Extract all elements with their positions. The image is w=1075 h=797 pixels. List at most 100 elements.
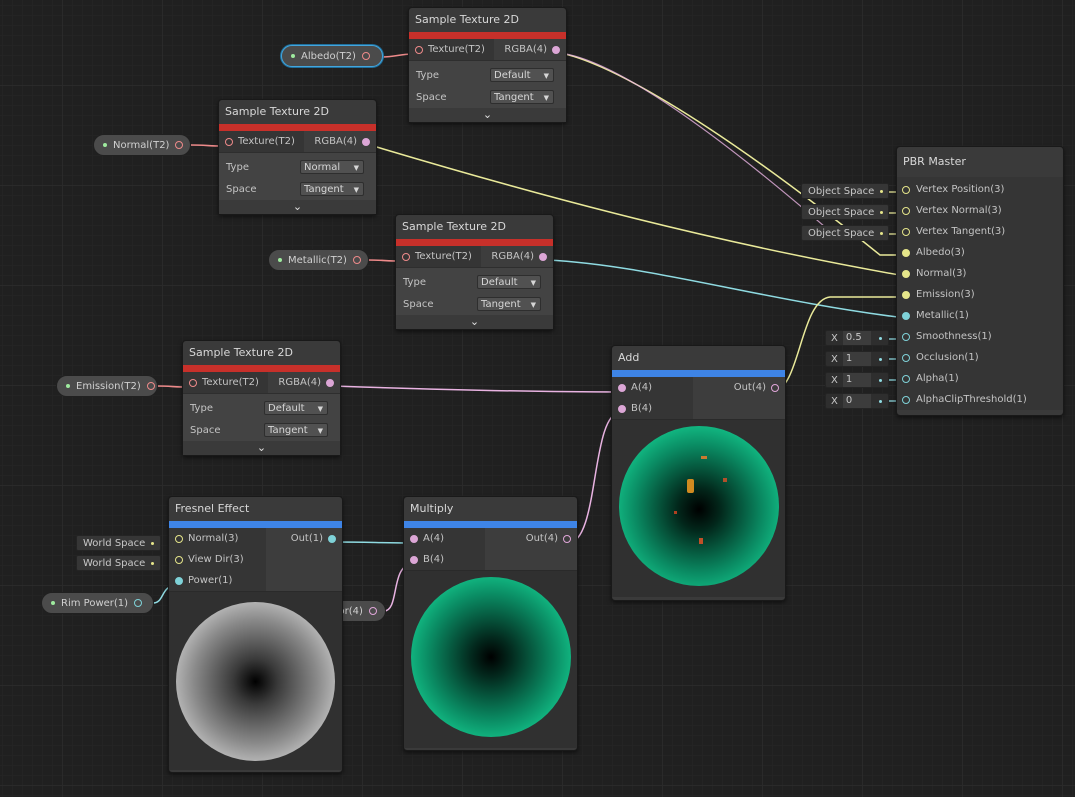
sample-texture-node-normal[interactable]: Sample Texture 2D Texture(T2) RGBA(4) Ty… — [218, 99, 377, 215]
port-label: View Dir(3) — [188, 554, 244, 565]
input-port-emission[interactable]: Emission(3) — [897, 284, 1063, 305]
node-title: Fresnel Effect — [175, 502, 250, 515]
alpha-value-field[interactable]: X1 — [825, 372, 889, 388]
value-input[interactable]: 0.5 — [842, 331, 871, 345]
port-label: B(4) — [423, 554, 445, 565]
expand-chevron-down-icon[interactable]: ⌄ — [219, 200, 376, 214]
type-dropdown[interactable]: Default ▼ — [477, 275, 541, 289]
dropdown-arrow-icon: ▼ — [530, 301, 536, 309]
multiply-node[interactable]: Multiply A(4) B(4) Out(4) — [403, 496, 578, 751]
type-dropdown[interactable]: Normal ▼ — [300, 160, 364, 174]
property-label: Emission(T2) — [76, 380, 141, 392]
input-port-a[interactable]: A(4) — [612, 377, 693, 398]
port-texture-icon — [189, 378, 197, 387]
node-header-bar — [404, 521, 577, 528]
input-port-normal[interactable]: Normal(3) — [897, 263, 1063, 284]
port-vector4-icon — [326, 378, 334, 387]
type-dropdown[interactable]: Default ▼ — [264, 401, 328, 415]
normal-space-field[interactable]: World Space — [76, 535, 161, 551]
type-label: Type — [403, 276, 426, 288]
value-input[interactable]: 0 — [842, 394, 871, 408]
input-port-vertex-normal[interactable]: Vertex Normal(3) — [897, 200, 1063, 221]
port-label: RGBA(4) — [278, 377, 321, 388]
pbr-master-node[interactable]: PBR Master Vertex Position(3) Vertex Nor… — [896, 146, 1064, 416]
smoothness-value-field[interactable]: X 0.5 — [825, 330, 889, 346]
port-vector1-icon — [902, 395, 910, 404]
property-rim-power[interactable]: Rim Power(1) — [41, 592, 154, 614]
port-vector4-icon — [368, 607, 377, 615]
fresnel-preview — [169, 591, 342, 770]
vertex-tangent-space-field[interactable]: Object Space — [801, 225, 889, 241]
input-port-b[interactable]: B(4) — [612, 398, 693, 419]
multiply-preview — [404, 570, 577, 748]
input-port-b[interactable]: B(4) — [404, 549, 485, 570]
sample-texture-node-metallic[interactable]: Sample Texture 2D Texture(T2) RGBA(4) Ty… — [395, 214, 554, 330]
property-emission[interactable]: Emission(T2) — [56, 375, 158, 397]
sample-texture-node-emission[interactable]: Sample Texture 2D Texture(T2) RGBA(4) Ty… — [182, 340, 341, 456]
input-port-alpha[interactable]: Alpha(1) — [897, 368, 1063, 389]
input-port-texture[interactable]: Texture(T2) — [409, 39, 494, 60]
port-texture-icon — [175, 141, 184, 149]
input-port-albedo[interactable]: Albedo(3) — [897, 242, 1063, 263]
port-label: RGBA(4) — [314, 136, 357, 147]
input-port-power[interactable]: Power(1) — [169, 570, 266, 591]
output-port-out[interactable]: Out(4) — [693, 377, 785, 398]
input-port-vertex-position[interactable]: Vertex Position(3) — [897, 179, 1063, 200]
type-label: Type — [226, 161, 249, 173]
add-preview-sphere — [619, 426, 779, 586]
port-label: Metallic(1) — [916, 310, 969, 321]
value-input[interactable]: 1 — [842, 352, 871, 366]
port-vector4-icon — [563, 534, 571, 543]
port-texture-icon — [415, 45, 423, 54]
add-preview — [612, 419, 785, 597]
space-dropdown[interactable]: Tangent ▼ — [490, 90, 554, 104]
add-node[interactable]: Add A(4) B(4) Out(4) — [611, 345, 786, 601]
sample-texture-node-albedo[interactable]: Sample Texture 2D Texture(T2) RGBA(4) Ty… — [408, 7, 567, 123]
property-metallic[interactable]: Metallic(T2) — [268, 249, 369, 271]
output-port-out[interactable]: Out(1) — [266, 528, 342, 549]
input-port-occlusion[interactable]: Occlusion(1) — [897, 347, 1063, 368]
output-port-out[interactable]: Out(4) — [485, 528, 577, 549]
output-port-rgba[interactable]: RGBA(4) — [304, 131, 376, 152]
occlusion-value-field[interactable]: X1 — [825, 351, 889, 367]
port-label: Out(4) — [525, 533, 558, 544]
alpha-clip-value-field[interactable]: X0 — [825, 393, 889, 409]
value-input[interactable]: 1 — [842, 373, 871, 387]
input-port-view-dir[interactable]: View Dir(3) — [169, 549, 266, 570]
space-dropdown[interactable]: Tangent ▼ — [264, 423, 328, 437]
input-port-texture[interactable]: Texture(T2) — [183, 372, 268, 393]
port-label: Texture(T2) — [415, 251, 472, 262]
input-port-texture[interactable]: Texture(T2) — [219, 131, 304, 152]
port-label: Out(1) — [290, 533, 323, 544]
port-vector1-icon — [902, 353, 910, 362]
property-albedo[interactable]: Albedo(T2) — [281, 45, 383, 67]
output-port-rgba[interactable]: RGBA(4) — [494, 39, 566, 60]
output-port-rgba[interactable]: RGBA(4) — [481, 246, 553, 267]
input-port-normal[interactable]: Normal(3) — [169, 528, 266, 549]
node-title: Sample Texture 2D — [402, 220, 506, 233]
port-vector1-icon — [175, 576, 183, 585]
output-port-rgba[interactable]: RGBA(4) — [268, 372, 340, 393]
input-port-a[interactable]: A(4) — [404, 528, 485, 549]
input-port-smoothness[interactable]: Smoothness(1) — [897, 326, 1063, 347]
vertex-normal-space-field[interactable]: Object Space — [801, 204, 889, 220]
space-dropdown[interactable]: Tangent ▼ — [477, 297, 541, 311]
expand-chevron-down-icon[interactable]: ⌄ — [183, 441, 340, 455]
input-port-metallic[interactable]: Metallic(1) — [897, 305, 1063, 326]
port-dot-icon — [878, 336, 882, 340]
input-port-vertex-tangent[interactable]: Vertex Tangent(3) — [897, 221, 1063, 242]
type-dropdown[interactable]: Default ▼ — [490, 68, 554, 82]
fresnel-effect-node[interactable]: Fresnel Effect Normal(3) View Dir(3) Pow… — [168, 496, 343, 773]
property-normal[interactable]: Normal(T2) — [93, 134, 191, 156]
vertex-position-space-field[interactable]: Object Space — [801, 183, 889, 199]
node-header-bar — [396, 239, 553, 246]
expand-chevron-down-icon[interactable]: ⌄ — [409, 108, 566, 122]
expand-chevron-down-icon[interactable]: ⌄ — [396, 315, 553, 329]
port-label: Alpha(1) — [916, 373, 959, 384]
input-port-texture[interactable]: Texture(T2) — [396, 246, 481, 267]
space-dropdown[interactable]: Tangent ▼ — [300, 182, 364, 196]
port-texture-icon — [361, 52, 370, 60]
viewdir-space-field[interactable]: World Space — [76, 555, 161, 571]
input-port-alpha-clip-threshold[interactable]: AlphaClipThreshold(1) — [897, 389, 1063, 410]
node-title: Add — [618, 351, 640, 364]
